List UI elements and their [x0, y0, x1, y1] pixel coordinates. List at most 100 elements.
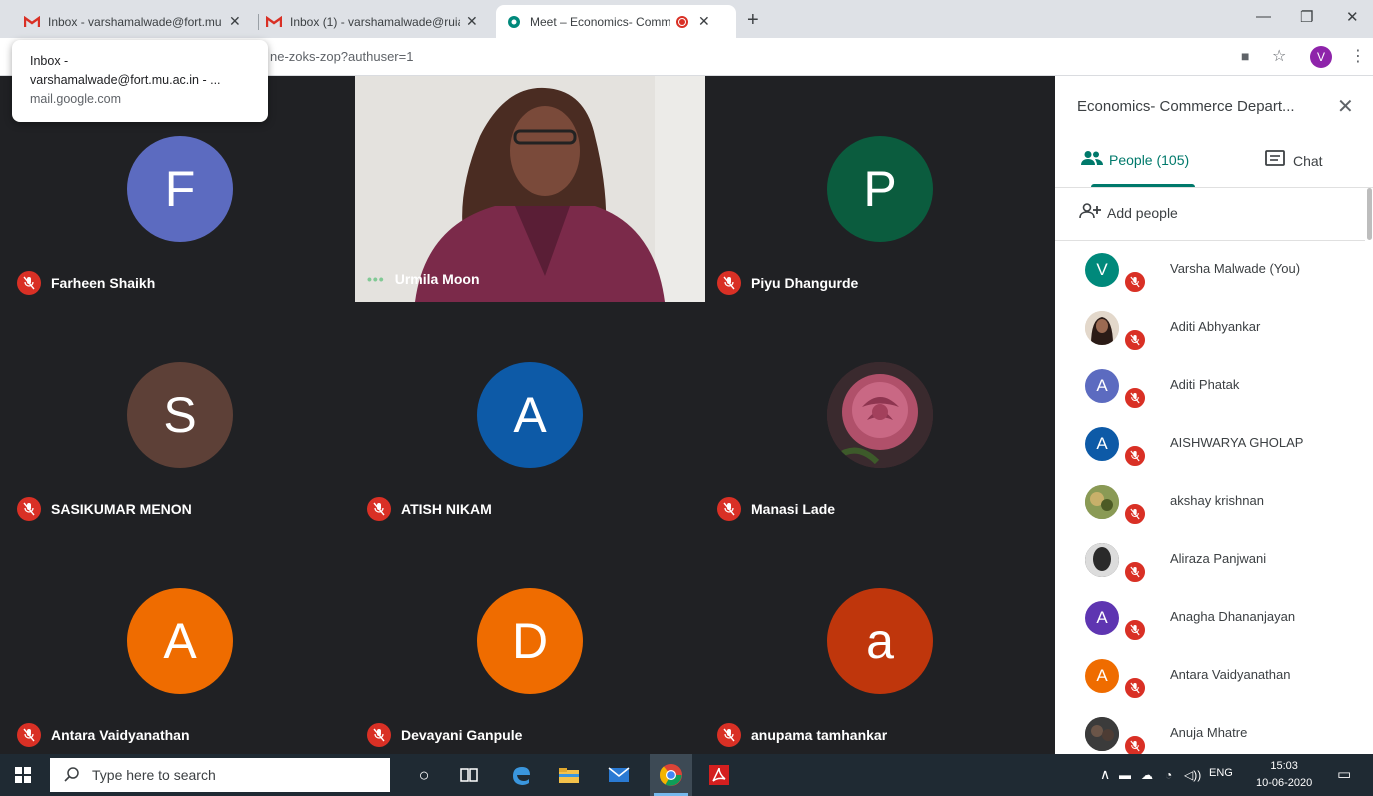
- participant-name: Antara Vaidyanathan: [1170, 667, 1291, 682]
- camera-icon[interactable]: ■: [1241, 48, 1249, 64]
- participant-name: Aliraza Panjwani: [1170, 551, 1267, 566]
- close-icon[interactable]: ✕: [698, 13, 710, 30]
- meeting-title: Economics- Commerce Depart...: [1077, 98, 1295, 115]
- tab-chat[interactable]: Chat: [1265, 150, 1323, 171]
- mic-off-icon: [1123, 270, 1147, 294]
- notification-icon[interactable]: ▭: [1337, 765, 1351, 783]
- participant-list-item[interactable]: A AISHWARYA GHOLAP: [1055, 418, 1373, 476]
- language-indicator[interactable]: ENG: [1209, 767, 1233, 779]
- participant-name: Anuja Mhatre: [1170, 725, 1248, 740]
- task-view-icon[interactable]: [456, 762, 482, 788]
- new-tab-button[interactable]: +: [747, 9, 759, 32]
- participant-tile[interactable]: A Antara Vaidyanathan: [5, 528, 355, 754]
- avatar: A: [477, 362, 583, 468]
- close-icon[interactable]: ✕: [466, 13, 478, 30]
- participant-name: Aditi Abhyankar: [1170, 319, 1261, 334]
- tab-people[interactable]: People (105): [1081, 150, 1189, 169]
- avatar: A: [1085, 369, 1119, 403]
- participant-tile[interactable]: S SASIKUMAR MENON: [5, 302, 355, 528]
- minimize-button[interactable]: —: [1256, 8, 1271, 25]
- recording-icon: [676, 15, 688, 28]
- wifi-icon[interactable]: ◔: [1165, 768, 1172, 782]
- cortana-icon[interactable]: ○: [411, 762, 437, 788]
- chrome-icon[interactable]: [658, 762, 684, 788]
- tab-title: Inbox - varshamalwade@fort.mu: [48, 14, 222, 29]
- mic-off-icon: [717, 271, 741, 295]
- star-icon[interactable]: ☆: [1272, 46, 1286, 66]
- tab-inbox-fort[interactable]: Inbox - varshamalwade@fort.mu ✕: [14, 5, 258, 38]
- participant-name: anupama tamhankar: [717, 723, 887, 747]
- rose-photo-avatar: [827, 362, 933, 468]
- search-icon: [64, 766, 80, 785]
- avatar: D: [477, 588, 583, 694]
- avatar: A: [1085, 601, 1119, 635]
- divider: [1055, 187, 1373, 188]
- avatar: a: [827, 588, 933, 694]
- participant-tile[interactable]: D Devayani Ganpule: [355, 528, 705, 754]
- tab-strip: Inbox - varshamalwade@fort.mu ✕ Inbox (1…: [0, 0, 1373, 38]
- divider: [1055, 240, 1365, 241]
- close-icon[interactable]: ✕: [229, 13, 241, 30]
- mic-off-icon: [717, 497, 741, 521]
- taskbar-search-input[interactable]: Type here to search: [50, 758, 390, 792]
- onedrive-icon[interactable]: ☁: [1141, 768, 1153, 782]
- system-clock[interactable]: 15:03 10-06-2020: [1256, 758, 1312, 792]
- edge-icon[interactable]: [508, 762, 534, 788]
- avatar: V: [1085, 253, 1119, 287]
- participant-list-item[interactable]: Aliraza Panjwani: [1055, 534, 1373, 592]
- participant-list-item[interactable]: A Antara Vaidyanathan: [1055, 650, 1373, 708]
- window-close-button[interactable]: ✕: [1346, 8, 1359, 26]
- clock-time: 15:03: [1270, 760, 1298, 772]
- participant-tile[interactable]: Manasi Lade: [705, 302, 1055, 528]
- participant-name: ATISH NIKAM: [367, 497, 492, 521]
- tab-hover-card: Inbox - varshamalwade@fort.mu.ac.in - ..…: [12, 40, 268, 122]
- chevron-up-icon[interactable]: ∧: [1100, 766, 1110, 783]
- add-people-button[interactable]: Add people: [1079, 203, 1178, 222]
- participant-list-item[interactable]: A Aditi Phatak: [1055, 360, 1373, 418]
- gmail-icon: [266, 14, 282, 30]
- tab-title: Inbox (1) - varshamalwade@ruiac: [290, 14, 460, 29]
- hovercard-url: mail.google.com: [30, 92, 122, 106]
- profile-avatar[interactable]: V: [1310, 46, 1332, 68]
- add-person-icon: [1079, 203, 1101, 222]
- participant-video[interactable]: ••• Urmila Moon: [355, 76, 705, 302]
- close-icon[interactable]: ✕: [1337, 94, 1354, 119]
- mic-off-icon: [367, 723, 391, 747]
- acrobat-icon[interactable]: [706, 762, 732, 788]
- mail-icon[interactable]: [606, 762, 632, 788]
- speaking-indicator-icon: •••: [367, 271, 385, 287]
- mic-off-icon: [1123, 444, 1147, 468]
- scrollbar[interactable]: [1367, 188, 1372, 240]
- file-explorer-icon[interactable]: [556, 762, 582, 788]
- hovercard-title: Inbox -: [30, 54, 69, 68]
- video-feed: [355, 76, 705, 302]
- tab-meet[interactable]: Meet – Economics- Commer ✕: [496, 5, 736, 38]
- participant-list-item[interactable]: V Varsha Malwade (You): [1055, 244, 1373, 302]
- mic-off-icon: [17, 497, 41, 521]
- tab-title: Meet – Economics- Commer: [530, 14, 670, 29]
- url-field[interactable]: ne-zoks-zop?authuser=1: [270, 49, 413, 64]
- participant-list-item[interactable]: Aditi Abhyankar: [1055, 302, 1373, 360]
- avatar: S: [127, 362, 233, 468]
- participant-list-item[interactable]: akshay krishnan: [1055, 476, 1373, 534]
- participant-name: Manasi Lade: [717, 497, 835, 521]
- tab-inbox-ruia[interactable]: Inbox (1) - varshamalwade@ruiac ✕: [256, 5, 496, 38]
- meeting-grid: F Farheen Shaikh ••• Urmila Moon P Piyu …: [0, 76, 1055, 754]
- participant-name: ••• Urmila Moon: [367, 271, 480, 287]
- volume-icon[interactable]: ◁)): [1184, 768, 1201, 782]
- menu-icon[interactable]: ⋮: [1350, 46, 1366, 66]
- windows-taskbar: Type here to search ○ ∧ ▬ ☁ ◔ ◁)) ENG 15…: [0, 754, 1373, 796]
- meet-icon: [506, 14, 522, 30]
- restore-button[interactable]: ❐: [1300, 8, 1313, 26]
- mic-off-icon: [1123, 560, 1147, 584]
- battery-icon[interactable]: ▬: [1119, 768, 1131, 782]
- participant-tile[interactable]: a anupama tamhankar: [705, 528, 1055, 754]
- windows-start-icon[interactable]: [10, 762, 36, 788]
- avatar: F: [127, 136, 233, 242]
- participant-list-item[interactable]: A Anagha Dhananjayan: [1055, 592, 1373, 650]
- participant-tile[interactable]: A ATISH NIKAM: [355, 302, 705, 528]
- mic-off-icon: [1123, 386, 1147, 410]
- mic-off-icon: [717, 723, 741, 747]
- participant-tile[interactable]: P Piyu Dhangurde: [705, 76, 1055, 302]
- participant-name: Antara Vaidyanathan: [17, 723, 190, 747]
